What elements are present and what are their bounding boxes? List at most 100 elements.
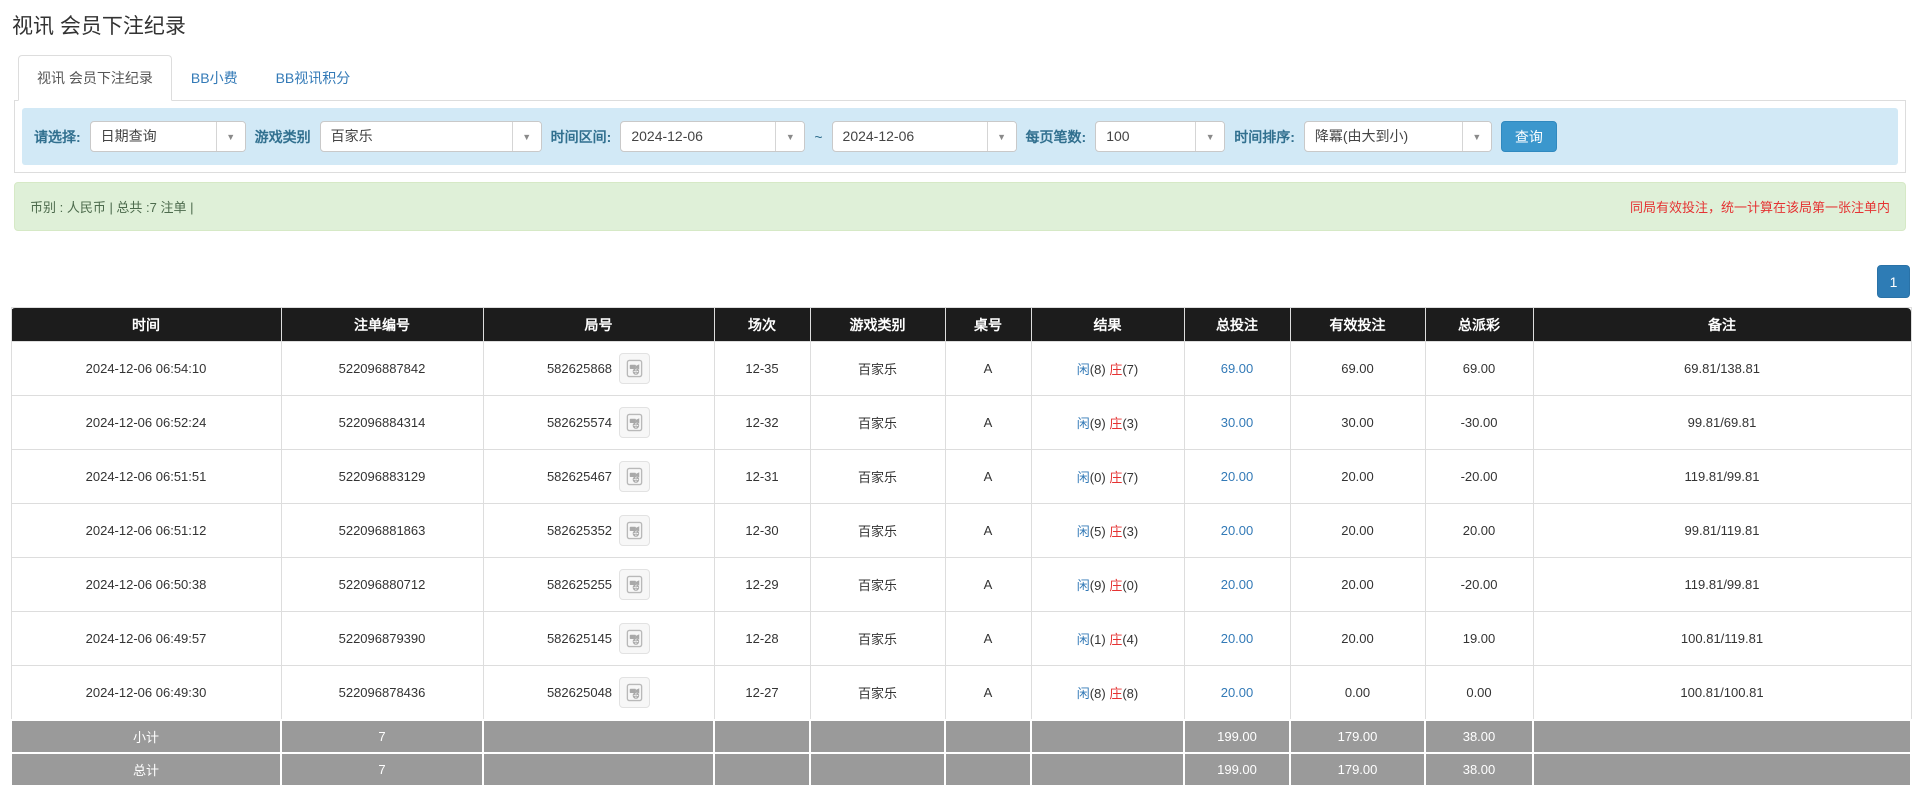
cell-round-id: 582625048	[483, 666, 714, 720]
table-row: 2024-12-06 06:54:10522096887842582625868…	[11, 342, 1911, 396]
cell-bet-id: 522096878436	[281, 666, 483, 720]
cell-payout: -20.00	[1425, 558, 1533, 612]
chevron-down-icon[interactable]: ▼	[1462, 122, 1491, 151]
tab-content-panel: 请选择: 日期查询 ▼ 游戏类别 百家乐 ▼ 时间区间: 2024-12-06 …	[14, 101, 1906, 173]
result-banker: 庄	[1109, 524, 1122, 539]
pagination-top: 1	[10, 265, 1910, 298]
video-camera-icon[interactable]	[619, 569, 650, 600]
result-banker-score: (3)	[1122, 524, 1138, 539]
result-banker: 庄	[1109, 416, 1122, 431]
total-valid-bet: 179.00	[1290, 753, 1425, 786]
total-bet-link[interactable]: 30.00	[1221, 415, 1254, 430]
header-game-type: 游戏类别	[810, 308, 945, 342]
tab-betting-records[interactable]: 视讯 会员下注纪录	[18, 55, 172, 101]
video-camera-icon[interactable]	[619, 353, 650, 384]
cell-payout: 20.00	[1425, 504, 1533, 558]
cell-note: 99.81/69.81	[1533, 396, 1911, 450]
total-bet-link[interactable]: 20.00	[1221, 523, 1254, 538]
subtotal-row: 小计 7 199.00 179.00 38.00	[11, 720, 1911, 753]
cell-table-no: A	[945, 450, 1031, 504]
total-bet-link[interactable]: 20.00	[1221, 469, 1254, 484]
result-banker-score: (0)	[1122, 578, 1138, 593]
per-page-value: 100	[1096, 122, 1195, 151]
cell-bet-id: 522096883129	[281, 450, 483, 504]
total-bet-link[interactable]: 20.00	[1221, 631, 1254, 646]
chevron-down-icon[interactable]: ▼	[987, 122, 1016, 151]
cell-total-bet: 20.00	[1184, 450, 1290, 504]
cell-valid-bet: 20.00	[1290, 504, 1425, 558]
video-camera-icon[interactable]	[619, 623, 650, 654]
video-camera-icon[interactable]	[619, 407, 650, 438]
tab-bb-tips[interactable]: BB小费	[172, 55, 257, 101]
header-valid-bet: 有效投注	[1290, 308, 1425, 342]
time-sort-label: 时间排序:	[1234, 127, 1295, 147]
total-bet-link[interactable]: 20.00	[1221, 577, 1254, 592]
result-player: 闲	[1077, 470, 1090, 485]
video-camera-icon[interactable]	[619, 461, 650, 492]
result-player: 闲	[1077, 524, 1090, 539]
round-id-value: 582625574	[547, 415, 612, 430]
cell-time: 2024-12-06 06:51:12	[11, 504, 281, 558]
chevron-down-icon[interactable]: ▼	[1195, 122, 1224, 151]
total-bet-link[interactable]: 20.00	[1221, 685, 1254, 700]
cell-table-no: A	[945, 558, 1031, 612]
result-banker: 庄	[1109, 362, 1122, 377]
game-type-select[interactable]: 百家乐 ▼	[320, 121, 542, 152]
time-sort-value: 降冪(由大到小)	[1305, 122, 1462, 151]
cell-valid-bet: 20.00	[1290, 558, 1425, 612]
cell-result: 闲(5) 庄(3)	[1031, 504, 1184, 558]
subtotal-label: 小计	[11, 720, 281, 753]
total-bet-link[interactable]: 69.00	[1221, 361, 1254, 376]
cell-payout: -30.00	[1425, 396, 1533, 450]
chevron-down-icon[interactable]: ▼	[775, 122, 804, 151]
date-from-select[interactable]: 2024-12-06 ▼	[620, 121, 805, 152]
cell-game-type: 百家乐	[810, 612, 945, 666]
cell-bet-id: 522096880712	[281, 558, 483, 612]
cell-payout: 0.00	[1425, 666, 1533, 720]
cell-round-id: 582625255	[483, 558, 714, 612]
video-camera-icon[interactable]	[619, 515, 650, 546]
cell-table-no: A	[945, 396, 1031, 450]
table-header-row: 时间 注单编号 局号 场次 游戏类别 桌号 结果 总投注 有效投注 总派彩 备注	[11, 308, 1911, 342]
subtotal-payout: 38.00	[1425, 720, 1533, 753]
date-range-tilde: ~	[814, 129, 822, 145]
cell-game-type: 百家乐	[810, 558, 945, 612]
cell-round-id: 582625868	[483, 342, 714, 396]
result-banker-score: (4)	[1122, 632, 1138, 647]
result-player-score: (8)	[1090, 686, 1106, 701]
time-sort-select[interactable]: 降冪(由大到小) ▼	[1304, 121, 1492, 152]
cell-table-no: A	[945, 612, 1031, 666]
time-range-label: 时间区间:	[551, 127, 612, 147]
result-player: 闲	[1077, 686, 1090, 701]
result-banker-score: (3)	[1122, 416, 1138, 431]
header-bet-id: 注单编号	[281, 308, 483, 342]
header-table-no: 桌号	[945, 308, 1031, 342]
cell-valid-bet: 20.00	[1290, 612, 1425, 666]
cell-game-type: 百家乐	[810, 342, 945, 396]
table-row: 2024-12-06 06:50:38522096880712582625255…	[11, 558, 1911, 612]
round-id-value: 582625868	[547, 361, 612, 376]
result-banker-score: (7)	[1122, 362, 1138, 377]
chevron-down-icon[interactable]: ▼	[512, 122, 541, 151]
cell-time: 2024-12-06 06:49:57	[11, 612, 281, 666]
result-player: 闲	[1077, 632, 1090, 647]
total-payout: 38.00	[1425, 753, 1533, 786]
chevron-down-icon[interactable]: ▼	[216, 122, 245, 151]
per-page-select[interactable]: 100 ▼	[1095, 121, 1225, 152]
page-1-button[interactable]: 1	[1877, 265, 1910, 298]
search-button[interactable]: 查询	[1501, 121, 1557, 152]
tab-bb-video-points[interactable]: BB视讯积分	[257, 55, 370, 101]
subtotal-valid-bet: 179.00	[1290, 720, 1425, 753]
result-banker-score: (8)	[1122, 686, 1138, 701]
header-round-id: 局号	[483, 308, 714, 342]
total-label: 总计	[11, 753, 281, 786]
date-to-select[interactable]: 2024-12-06 ▼	[832, 121, 1017, 152]
result-player: 闲	[1077, 578, 1090, 593]
video-camera-icon[interactable]	[619, 677, 650, 708]
result-banker-score: (7)	[1122, 470, 1138, 485]
valid-bet-notice-text: 同局有效投注，统一计算在该局第一张注单内	[1630, 197, 1890, 216]
page-title: 视讯 会员下注纪录	[12, 10, 1910, 40]
query-type-select[interactable]: 日期查询 ▼	[90, 121, 246, 152]
query-type-label: 请选择:	[34, 127, 81, 147]
cell-table-no: A	[945, 504, 1031, 558]
